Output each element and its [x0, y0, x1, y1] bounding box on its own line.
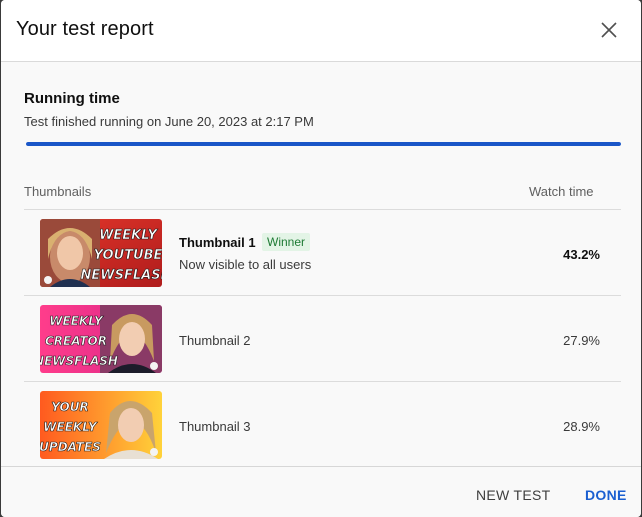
table-row: WEEKLY CREATOR NEWSFLASH Thumbnail 2 27.…	[24, 296, 621, 382]
dialog-header: Your test report	[1, 0, 641, 62]
close-icon[interactable]	[599, 20, 619, 40]
thumbnails-column-header: Thumbnails	[24, 184, 92, 199]
thumbnail-1-watch-time: 43.2%	[563, 247, 600, 262]
thumbnail-image-3: YOUR WEEKLY UPDATES	[40, 391, 162, 459]
thumbnail-3-name: Thumbnail 3	[179, 419, 251, 434]
progress-fill	[26, 142, 621, 146]
running-progress-bar	[26, 142, 621, 146]
running-time-subtitle: Test finished running on June 20, 2023 a…	[24, 114, 314, 129]
new-test-button[interactable]: NEW TEST	[476, 487, 550, 503]
thumb-3-line-1: YOUR	[51, 400, 88, 414]
thumbnail-1-name: Thumbnail 1	[179, 235, 256, 250]
thumb-3-line-2: WEEKLY	[43, 420, 98, 434]
dialog-footer: NEW TEST DONE	[1, 466, 641, 517]
winner-badge: Winner	[262, 233, 311, 251]
watch-time-column-header: Watch time	[529, 184, 594, 199]
thumbnail-1-status: Now visible to all users	[179, 257, 312, 272]
thumb-2-line-3: NEWSFLASH	[40, 354, 118, 368]
thumb-2-line-2: CREATOR	[45, 334, 107, 348]
thumbnail-image-2: WEEKLY CREATOR NEWSFLASH	[40, 305, 162, 373]
test-report-dialog: Your test report Running time Test finis…	[1, 0, 641, 517]
running-time-title: Running time	[24, 90, 120, 107]
thumb-2-line-1: WEEKLY	[49, 314, 104, 328]
table-row: WEEKLY YOUTUBE NEWSFLASH Thumbnail 1 Win…	[24, 210, 621, 296]
table-row: YOUR WEEKLY UPDATES Thumbnail 3 28.9%	[24, 382, 621, 468]
done-button[interactable]: DONE	[585, 487, 627, 503]
thumb-3-line-3: UPDATES	[40, 440, 101, 454]
thumbnail-3-watch-time: 28.9%	[563, 419, 600, 434]
thumbnail-2-name: Thumbnail 2	[179, 333, 251, 348]
thumb-1-line-3: NEWSFLASH	[81, 268, 162, 283]
thumb-1-line-1: WEEKLY	[99, 228, 158, 243]
thumbnail-image-1: WEEKLY YOUTUBE NEWSFLASH	[40, 219, 162, 287]
dialog-title: Your test report	[16, 18, 154, 40]
thumbnail-2-watch-time: 27.9%	[563, 333, 600, 348]
thumb-1-line-2: YOUTUBE	[94, 248, 162, 263]
